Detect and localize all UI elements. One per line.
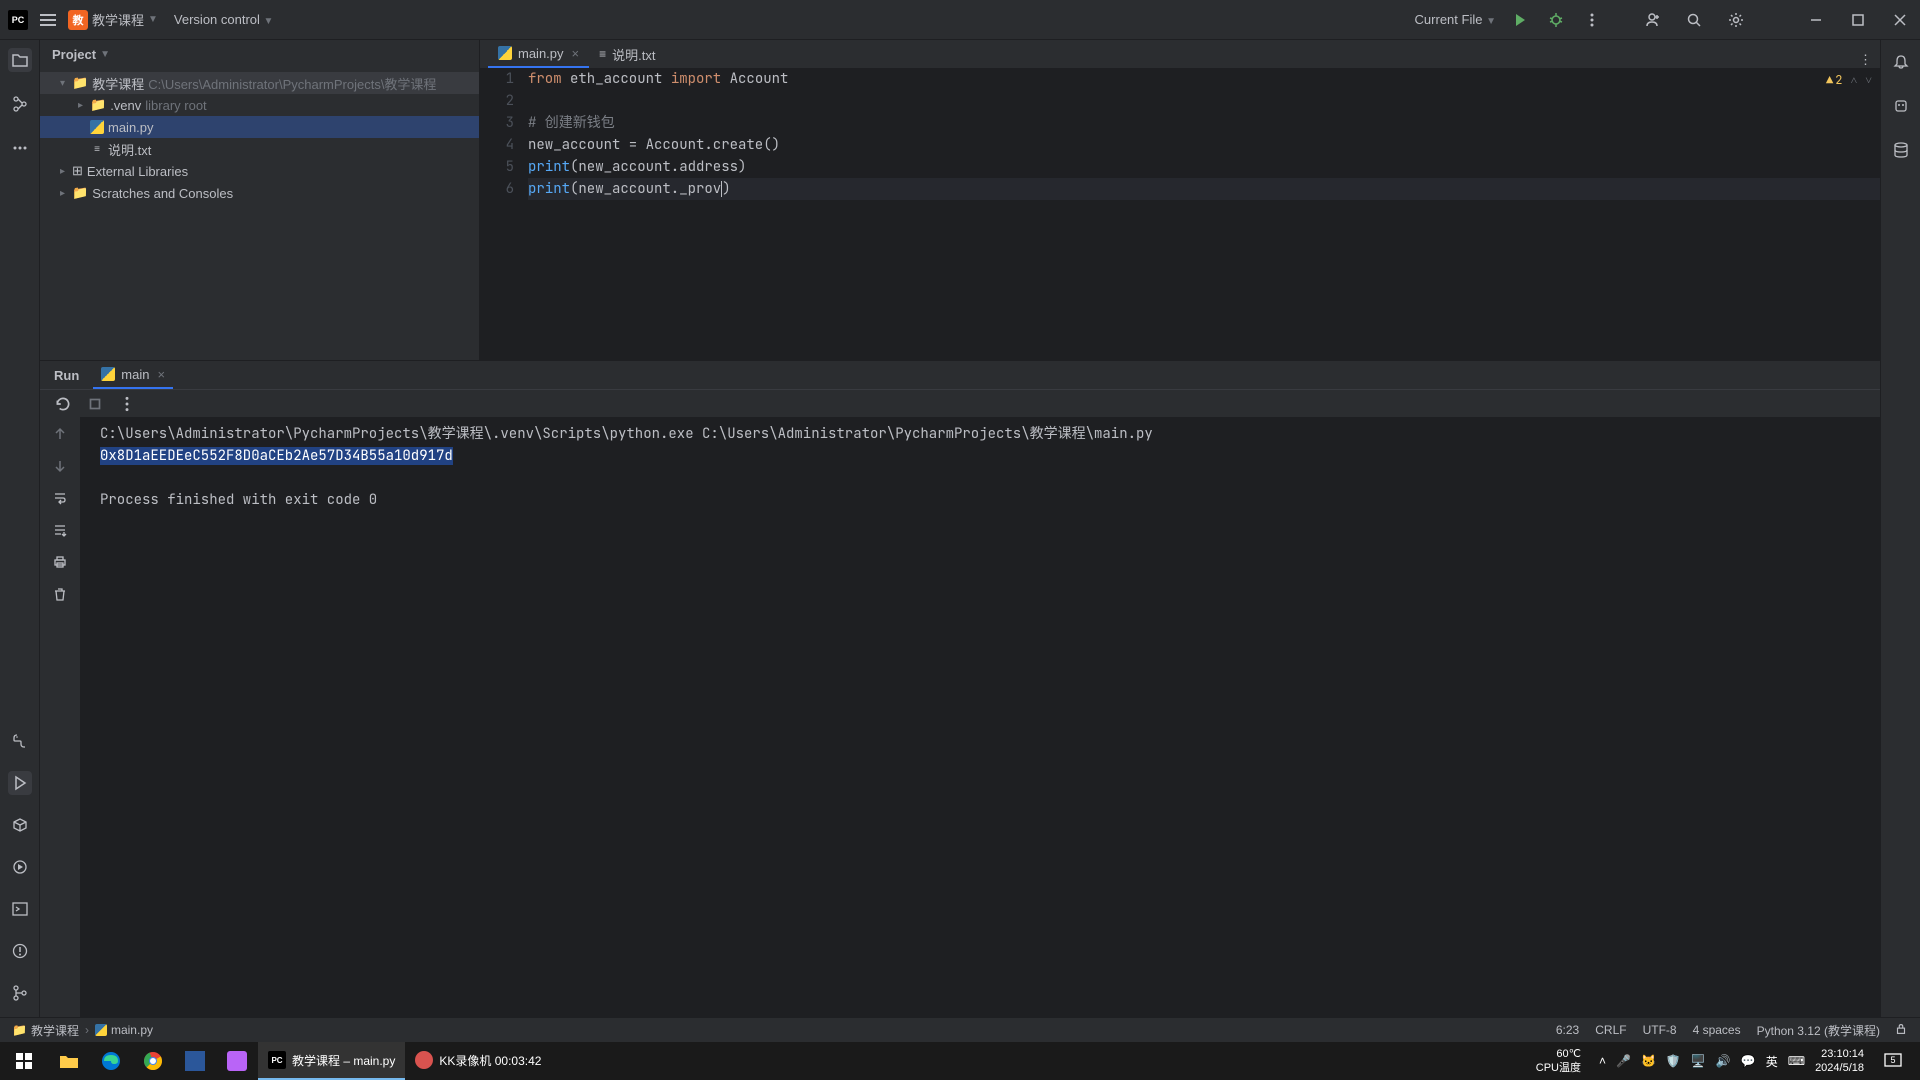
settings-icon[interactable] xyxy=(1724,8,1748,32)
notifications-icon[interactable] xyxy=(1889,50,1913,74)
tray-volume-icon[interactable]: 🔊 xyxy=(1716,1054,1731,1068)
version-control-menu[interactable]: Version control ▼ xyxy=(174,12,274,27)
tray-mic-icon[interactable]: 🎤 xyxy=(1616,1054,1631,1068)
database-icon[interactable] xyxy=(1889,138,1913,162)
structure-tool-icon[interactable] xyxy=(8,92,32,116)
services-icon[interactable] xyxy=(8,855,32,879)
more-actions-icon[interactable] xyxy=(1580,8,1604,32)
start-button[interactable] xyxy=(0,1052,48,1070)
editor-tab-readme[interactable]: ≡说明.txt xyxy=(589,40,665,68)
editor-tab-main[interactable]: main.py× xyxy=(488,40,589,68)
taskbar-pycharm[interactable]: PC教学课程 – main.py xyxy=(258,1042,405,1080)
edge-icon[interactable] xyxy=(90,1042,132,1080)
run-more-icon[interactable] xyxy=(118,395,136,413)
next-highlight-icon[interactable]: ˅ xyxy=(1865,72,1872,88)
stop-icon[interactable] xyxy=(86,395,104,413)
prev-highlight-icon[interactable]: ˄ xyxy=(1850,72,1857,88)
soft-wrap-icon[interactable] xyxy=(49,487,71,509)
breadcrumb-project[interactable]: 📁 教学课程 xyxy=(12,1022,79,1039)
run-button[interactable] xyxy=(1508,8,1532,32)
ime-mode-icon[interactable]: ⌨ xyxy=(1788,1054,1805,1068)
project-tool-icon[interactable] xyxy=(8,48,32,72)
run-tool-icon[interactable] xyxy=(8,771,32,795)
clear-icon[interactable] xyxy=(49,583,71,605)
output-address: 0x8D1aEEDEeC552F8D0aCEb2Ae57D34B55a10d91… xyxy=(100,447,453,465)
tray-network-icon[interactable]: 🖥️ xyxy=(1691,1054,1706,1068)
chevron-right-icon: › xyxy=(85,1023,89,1037)
up-trace-icon[interactable] xyxy=(49,423,71,445)
tree-ext-lib[interactable]: ▸⊞External Libraries xyxy=(40,160,479,182)
ai-assistant-icon[interactable] xyxy=(1889,94,1913,118)
project-header[interactable]: Project▼ xyxy=(40,40,479,68)
app-icon-1[interactable] xyxy=(174,1042,216,1080)
more-tool-icon[interactable] xyxy=(8,136,32,160)
notification-center-icon[interactable]: 5 xyxy=(1874,1051,1912,1071)
close-button[interactable] xyxy=(1888,8,1912,32)
run-tab-main[interactable]: main× xyxy=(93,361,173,389)
code-editor[interactable]: 123456 from eth_account import Account #… xyxy=(480,68,1880,360)
output-command: C:\Users\Administrator\PycharmProjects\教… xyxy=(100,423,1860,445)
ime-indicator[interactable]: 英 xyxy=(1766,1053,1778,1070)
maximize-button[interactable] xyxy=(1846,8,1870,32)
app-icon-2[interactable] xyxy=(216,1042,258,1080)
rerun-icon[interactable] xyxy=(54,395,72,413)
project-tool-window: Project▼ ▾📁教学课程C:\Users\Administrator\Py… xyxy=(40,40,480,360)
minimize-button[interactable] xyxy=(1804,8,1828,32)
search-icon[interactable] xyxy=(1682,8,1706,32)
print-icon[interactable] xyxy=(49,551,71,573)
tree-root[interactable]: ▾📁教学课程C:\Users\Administrator\PycharmProj… xyxy=(40,72,479,94)
file-encoding[interactable]: UTF-8 xyxy=(1643,1023,1677,1037)
gutter: 123456 xyxy=(480,68,528,360)
close-tab-icon[interactable]: × xyxy=(572,46,580,61)
clock[interactable]: 23:10:142024/5/18 xyxy=(1815,1047,1864,1075)
terminal-icon[interactable] xyxy=(8,897,32,921)
taskbar-kk[interactable]: KK录像机 00:03:42 xyxy=(405,1042,551,1080)
project-name[interactable]: 教学课程 xyxy=(92,10,144,29)
svg-text:5: 5 xyxy=(1890,1055,1895,1065)
run-config-selector[interactable]: Current File ▼ xyxy=(1415,12,1496,27)
tree-readme[interactable]: ≡说明.txt xyxy=(40,138,479,160)
tray-defender-icon[interactable]: 🛡️ xyxy=(1666,1054,1681,1068)
tree-scratches[interactable]: ▸📁Scratches and Consoles xyxy=(40,182,479,204)
editor: main.py× ≡说明.txt ⋮ 123456 from eth_accou… xyxy=(480,40,1880,360)
line-separator[interactable]: CRLF xyxy=(1595,1023,1626,1037)
tree-venv[interactable]: ▸📁.venvlibrary root xyxy=(40,94,479,116)
cursor-position[interactable]: 6:23 xyxy=(1556,1023,1579,1037)
tray-wechat-icon[interactable]: 💬 xyxy=(1741,1054,1756,1068)
editor-tab-more-icon[interactable]: ⋮ xyxy=(1851,52,1880,68)
file-explorer-icon[interactable] xyxy=(48,1042,90,1080)
chrome-icon[interactable] xyxy=(132,1042,174,1080)
scroll-end-icon[interactable] xyxy=(49,519,71,541)
cpu-temp[interactable]: 60℃CPU温度 xyxy=(1536,1047,1581,1075)
interpreter[interactable]: Python 3.12 (教学课程) xyxy=(1757,1022,1880,1039)
run-output[interactable]: C:\Users\Administrator\PycharmProjects\教… xyxy=(80,417,1880,1030)
tray-app-icon[interactable]: 🐱 xyxy=(1641,1054,1656,1068)
run-panel-title: Run xyxy=(54,368,79,383)
ide-logo: PC xyxy=(8,10,28,30)
python-console-icon[interactable] xyxy=(8,729,32,753)
readonly-lock-icon[interactable] xyxy=(1894,1022,1908,1039)
down-trace-icon[interactable] xyxy=(49,455,71,477)
warning-indicator[interactable]: ▲2 xyxy=(1826,72,1842,88)
close-run-tab-icon[interactable]: × xyxy=(157,367,165,382)
project-badge: 教 xyxy=(68,10,88,30)
problems-icon[interactable] xyxy=(8,939,32,963)
tray-expand-icon[interactable]: ˄ xyxy=(1599,1054,1606,1068)
debug-button[interactable] xyxy=(1544,8,1568,32)
code-with-me-icon[interactable] xyxy=(1640,8,1664,32)
main-menu-icon[interactable] xyxy=(36,8,60,32)
indent-setting[interactable]: 4 spaces xyxy=(1693,1023,1741,1037)
chevron-down-icon: ▼ xyxy=(148,14,158,25)
vcs-tool-icon[interactable] xyxy=(8,981,32,1005)
tree-main-py[interactable]: main.py xyxy=(40,116,479,138)
python-packages-icon[interactable] xyxy=(8,813,32,837)
output-exit: Process finished with exit code 0 xyxy=(100,489,1860,511)
breadcrumb-file[interactable]: main.py xyxy=(95,1023,153,1037)
